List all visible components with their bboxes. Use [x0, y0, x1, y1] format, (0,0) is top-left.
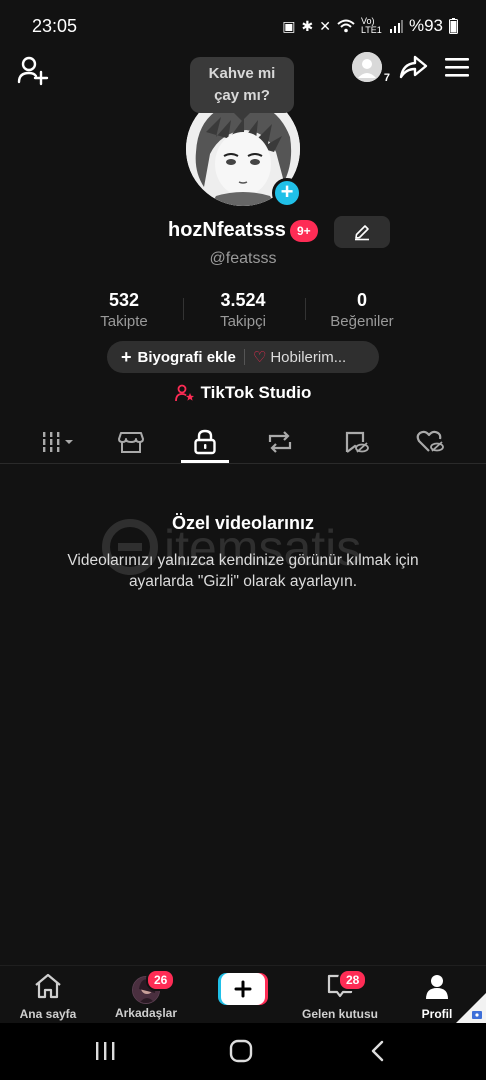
wifi-icon — [337, 19, 355, 33]
username-row: hozNfeatsss 9+ — [0, 216, 486, 248]
plus-icon: + — [121, 346, 132, 367]
stat-followers-label: Takipçi — [220, 313, 266, 330]
mute-icon: ✕ — [319, 17, 331, 34]
edit-profile-button[interactable] — [334, 216, 390, 248]
bluetooth-icon: ✱ — [301, 17, 314, 34]
signal-icon — [389, 20, 403, 33]
username: hozNfeatsss — [168, 219, 286, 241]
stat-likes-value: 0 — [356, 290, 367, 310]
nav-home[interactable]: Ana sayfa — [3, 972, 93, 1021]
battery-icon — [449, 18, 458, 34]
tab-shop[interactable] — [106, 422, 156, 462]
stat-following-label: Takipte — [100, 313, 148, 330]
hobbies-button[interactable]: Hobilerim... — [270, 349, 346, 366]
inbox-badge: 28 — [338, 969, 368, 991]
add-story-button[interactable]: + — [272, 178, 302, 208]
tooltip-line-2: çay mı? — [214, 87, 270, 104]
account-count: 7 — [383, 72, 390, 84]
system-nav-bar — [0, 1023, 486, 1080]
create-button[interactable] — [218, 973, 268, 1005]
active-tab-indicator — [181, 460, 229, 463]
empty-state-title: Özel videolarınız — [171, 513, 315, 533]
back-icon[interactable] — [364, 1039, 394, 1063]
status-bar: 23:05 ▣ ✱ ✕ Vo) LTE1 %93 — [0, 0, 486, 50]
grid-icon — [43, 432, 73, 452]
tiktok-studio-label: TikTok Studio — [200, 383, 312, 402]
studio-person-star-icon — [174, 384, 194, 402]
user-handle: @featsss — [209, 250, 277, 267]
menu-icon[interactable] — [444, 56, 470, 78]
tiktok-studio-link[interactable]: TikTok Studio — [0, 383, 486, 403]
nav-inbox-label: Gelen kutusu — [301, 1007, 378, 1021]
network-label: Vo) LTE1 — [360, 16, 382, 35]
repost-icon — [268, 431, 292, 453]
stat-followers-value: 3.524 — [220, 290, 266, 310]
profile-stats: 532 Takipte 3.524 Takipçi 0 Beğeniler — [0, 290, 486, 336]
heart-outline-icon: ♡ — [252, 349, 267, 366]
stat-likes[interactable]: 0 Beğeniler — [297, 290, 427, 330]
profile-icon — [426, 975, 448, 999]
friends-badge: 26 — [146, 969, 176, 991]
tab-reposts[interactable] — [255, 422, 305, 462]
recent-apps-icon[interactable] — [91, 1039, 121, 1063]
nav-friends-label: Arkadaşlar — [114, 1006, 178, 1020]
bio-separator — [243, 349, 245, 365]
empty-state-description: Videolarınızı yalnızca kendinize görünür… — [67, 552, 419, 590]
status-time: 23:05 — [32, 16, 78, 36]
person-avatar-icon — [352, 52, 382, 82]
profile-tabs — [0, 422, 486, 464]
share-icon[interactable] — [398, 52, 428, 82]
notification-icon: ▣ — [282, 17, 296, 34]
status-icons: ▣ ✱ ✕ Vo) LTE1 %93 — [282, 16, 458, 36]
tab-videos[interactable] — [34, 422, 84, 462]
username-notification-badge[interactable]: 9+ — [290, 220, 318, 242]
tab-favorites[interactable] — [331, 422, 381, 462]
feedback-corner-icon[interactable] — [456, 993, 486, 1023]
shop-icon — [118, 432, 144, 453]
add-friend-button[interactable] — [16, 54, 50, 88]
tooltip-line-1: Kahve mi — [208, 65, 276, 82]
add-user-icon — [17, 56, 49, 86]
stat-followers[interactable]: 3.524 Takipçi — [178, 290, 308, 330]
account-switch-avatar[interactable]: 7 — [352, 52, 390, 84]
nav-home-label: Ana sayfa — [19, 1007, 77, 1021]
create-plus-icon — [218, 973, 268, 1005]
stat-following-value: 532 — [108, 290, 140, 310]
home-button-icon[interactable] — [226, 1039, 256, 1063]
home-icon — [35, 973, 61, 999]
add-bio-button[interactable]: Biyografi ekle — [138, 349, 236, 366]
lock-icon — [194, 429, 216, 455]
tab-private[interactable] — [180, 422, 230, 462]
liked-hidden-icon — [416, 430, 444, 452]
note-tooltip[interactable]: Kahve mi çay mı? — [190, 57, 294, 121]
tab-liked[interactable] — [405, 422, 455, 462]
bottom-nav: Ana sayfa Arkadaşlar 26 Gelen kutusu 28 — [0, 965, 486, 1023]
stat-likes-label: Beğeniler — [330, 313, 394, 330]
battery-percent: %93 — [408, 16, 443, 35]
pencil-icon — [355, 225, 369, 241]
favorites-hidden-icon — [345, 431, 369, 453]
top-right-actions: 7 — [352, 52, 470, 84]
stat-following[interactable]: 532 Takipte — [59, 290, 189, 330]
bio-pill: + Biyografi ekle ♡ Hobilerim... — [107, 341, 379, 373]
